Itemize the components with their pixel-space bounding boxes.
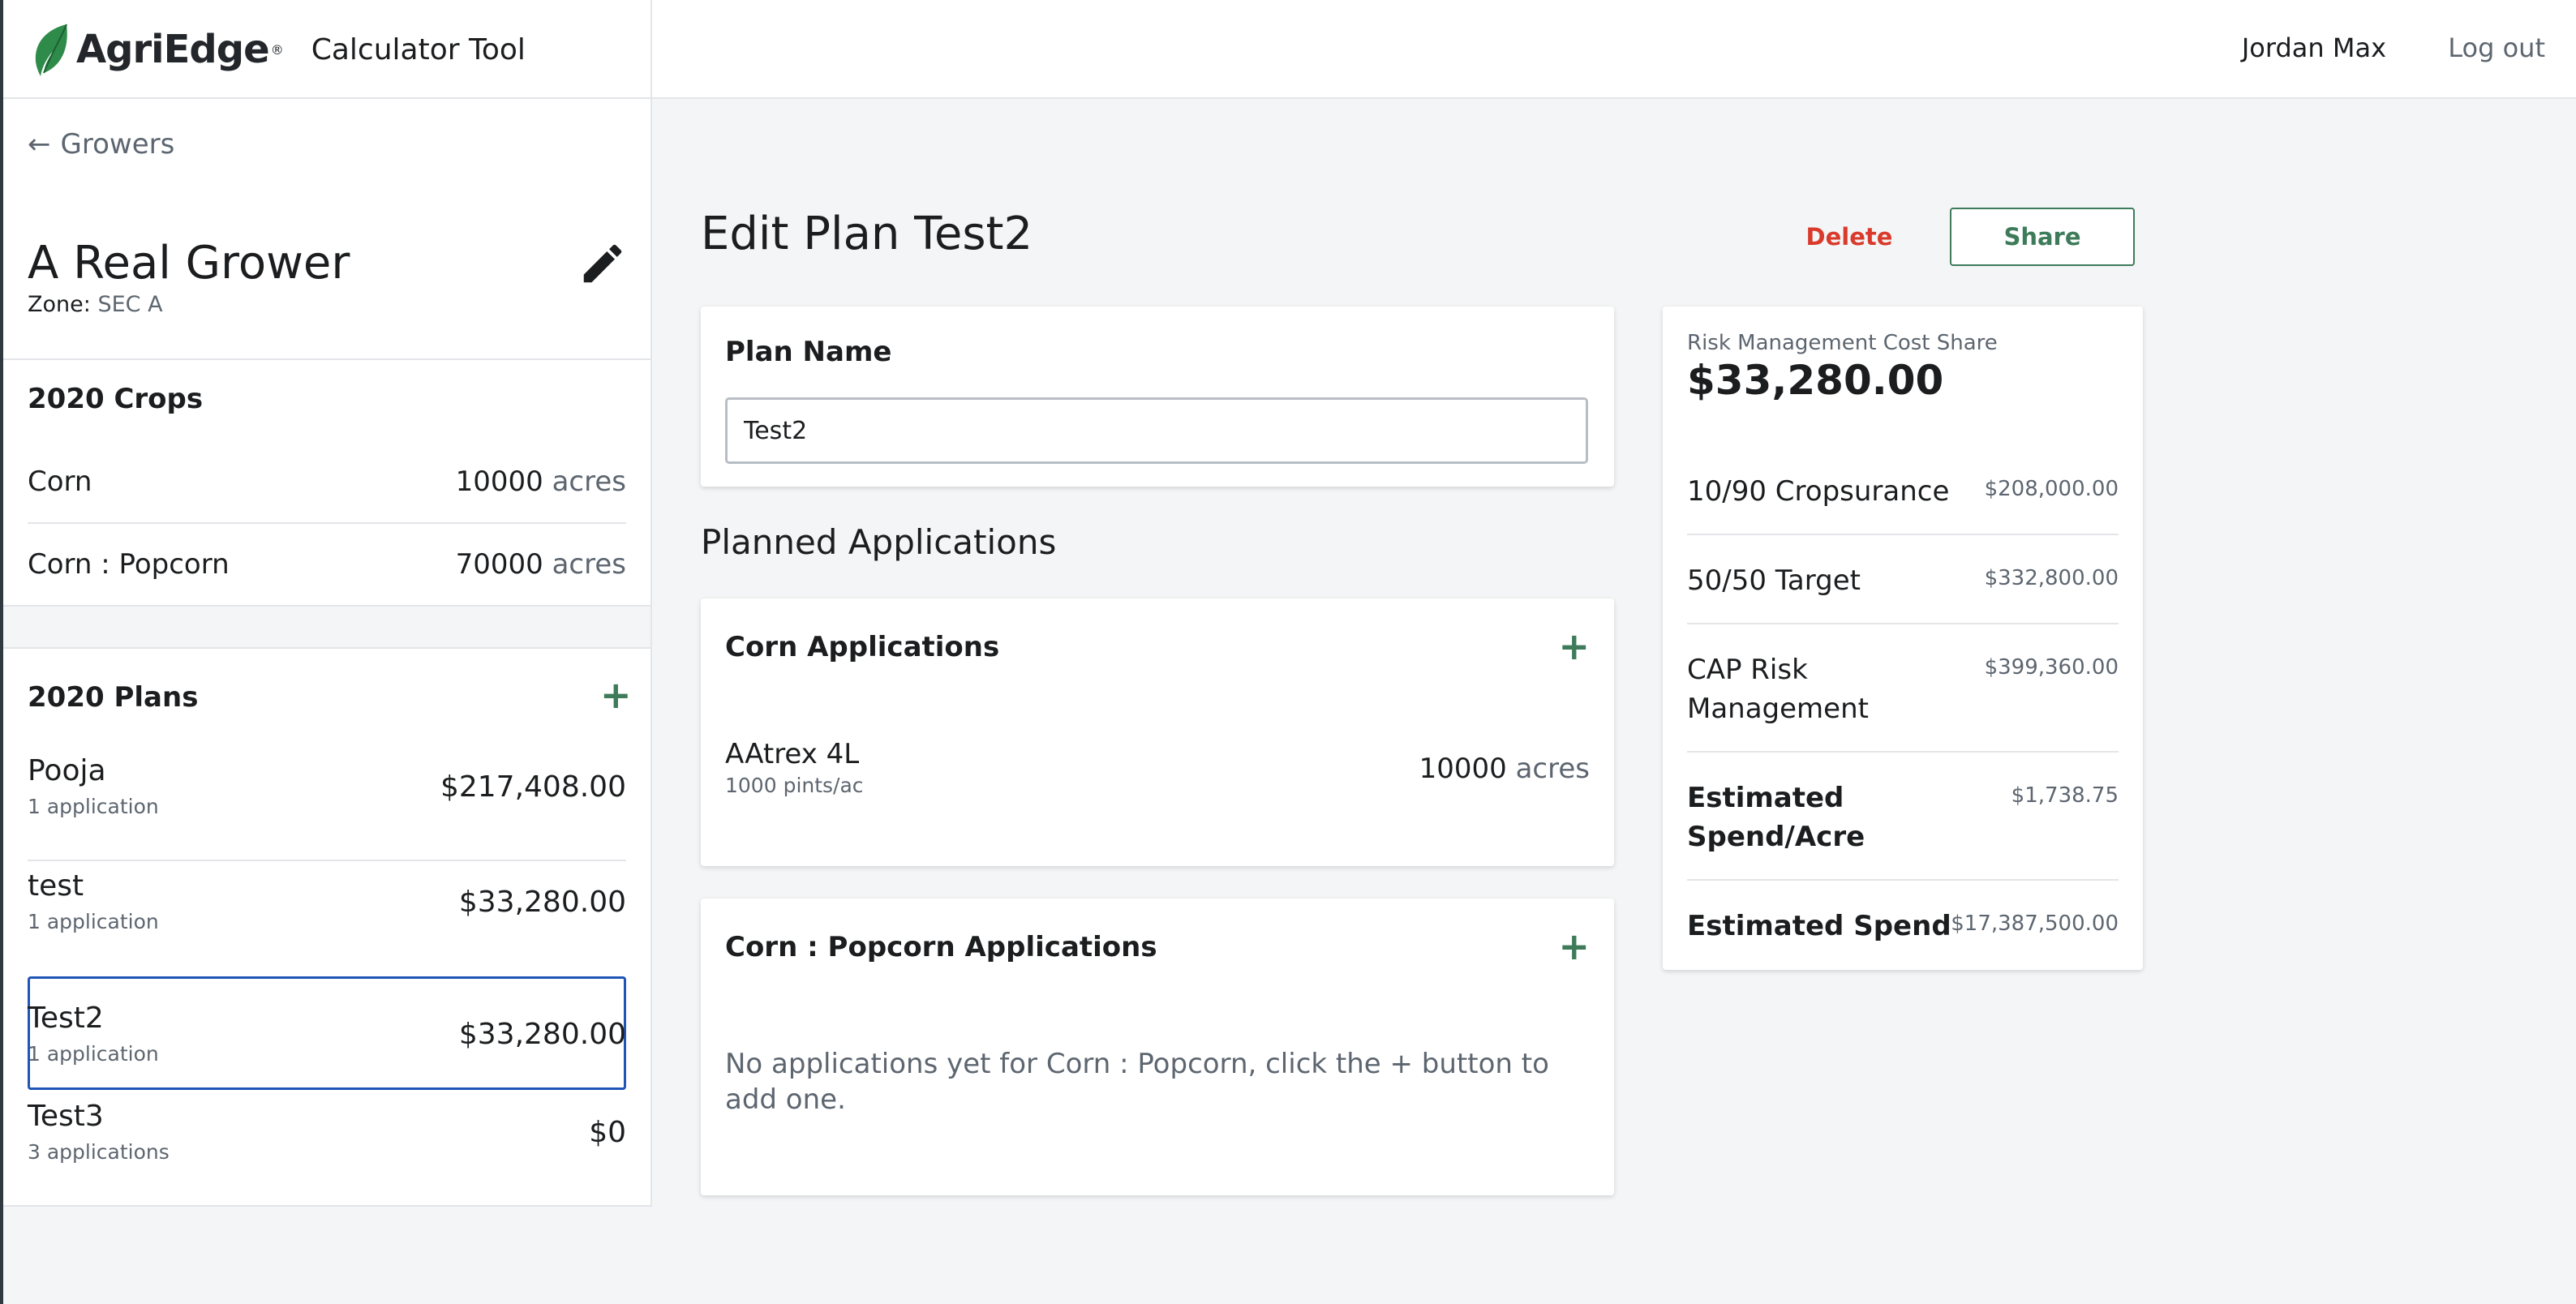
plan-name: Test3: [28, 1100, 104, 1133]
summary-row: CAP Risk Management $399,360.00: [1687, 650, 2119, 731]
row-divider: [1687, 879, 2119, 881]
plan-list-item-pooja[interactable]: Pooja 1 application $217,408.00: [28, 731, 626, 845]
zone-label: Zone:: [28, 292, 91, 317]
summary-row-label: Estimated Spend: [1687, 910, 1951, 942]
crop-row: Corn : Popcorn 70000 acres: [28, 524, 626, 605]
plan-name: test: [28, 869, 84, 903]
add-plan-plus-icon[interactable]: +: [600, 676, 632, 714]
plan-amount: $33,280.00: [458, 886, 626, 919]
summary-row: 50/50 Target $332,800.00: [1687, 561, 2119, 610]
summary-row-label: 50/50 Target: [1687, 564, 1861, 597]
summary-row-label: CAP Risk Management: [1687, 654, 1869, 725]
divider: [0, 1205, 650, 1207]
section-gap: [0, 607, 650, 647]
grower-name: A Real Grower: [28, 237, 350, 290]
plan-name: Pooja: [28, 754, 106, 787]
summary-row: 10/90 Cropsurance $208,000.00: [1687, 472, 2119, 521]
app-root: AgriEdge ® Calculator Tool Jordan Max Lo…: [0, 0, 2576, 1304]
back-to-growers-link[interactable]: ← Growers: [28, 128, 174, 161]
crop-name: Corn: [28, 465, 92, 498]
delete-button[interactable]: Delete: [1784, 208, 1914, 266]
page-title: Edit Plan Test2: [701, 208, 1033, 260]
summary-row-value: $1,738.75: [2011, 783, 2119, 808]
summary-row-label: 10/90 Cropsurance: [1687, 475, 1950, 508]
empty-state-message: No applications yet for Corn : Popcorn, …: [725, 1048, 1549, 1116]
back-link-label: Growers: [60, 128, 175, 161]
card-title: Corn Applications: [725, 631, 1000, 663]
summary-row: Estimated Spend $17,387,500.00: [1687, 907, 2119, 955]
summary-row-value: $17,387,500.00: [1951, 912, 2119, 936]
divider: [0, 358, 650, 360]
grower-zone: Zone: SEC A: [28, 292, 163, 317]
divider: [0, 647, 650, 649]
plan-name-label: Plan Name: [725, 336, 892, 368]
zone-value: SEC A: [97, 292, 163, 317]
plan-amount: $33,280.00: [458, 1018, 626, 1051]
row-divider: [1687, 751, 2119, 753]
summary-row-label: Estimated Spend/Acre: [1687, 782, 1865, 853]
crop-acres: 10000 acres: [455, 465, 626, 498]
plan-amount: $0: [589, 1116, 626, 1149]
summary-row-value: $332,800.00: [1984, 566, 2119, 590]
plan-name: Test2: [28, 1002, 104, 1035]
add-popcorn-application-plus-icon[interactable]: +: [1558, 928, 1590, 965]
cost-share-summary-card: Risk Management Cost Share $33,280.00 10…: [1663, 307, 2143, 970]
share-button[interactable]: Share: [1950, 208, 2135, 266]
corn-applications-card: Corn Applications + AAtrex 4L 1000 pints…: [701, 598, 1614, 866]
popcorn-applications-card: Corn : Popcorn Applications + No applica…: [701, 899, 1614, 1195]
add-corn-application-plus-icon[interactable]: +: [1558, 628, 1590, 665]
summary-row-value: $208,000.00: [1984, 477, 2119, 501]
plan-name-card: Plan Name: [701, 307, 1614, 487]
application-name: AAtrex 4L: [725, 738, 860, 770]
plan-application-count: 1 application: [28, 910, 159, 933]
app-title: Calculator Tool: [311, 32, 526, 66]
plan-name-input[interactable]: [725, 397, 1588, 464]
plans-section-title: 2020 Plans: [28, 681, 199, 714]
planned-applications-heading: Planned Applications: [701, 522, 1057, 562]
registered-mark: ®: [270, 41, 284, 58]
card-title: Corn : Popcorn Applications: [725, 931, 1157, 963]
summary-total: $33,280.00: [1687, 357, 1944, 404]
plan-application-count: 1 application: [28, 795, 159, 818]
application-rate: 1000 pints/ac: [725, 774, 864, 797]
plan-list-item-test3[interactable]: Test3 3 applications $0: [28, 1077, 626, 1190]
user-name[interactable]: Jordan Max: [2242, 32, 2386, 63]
application-acres: 10000 acres: [1419, 753, 1590, 785]
top-header: AgriEdge ® Calculator Tool Jordan Max Lo…: [0, 0, 2576, 99]
summary-label: Risk Management Cost Share: [1687, 331, 1998, 355]
plan-list-item-test[interactable]: test 1 application $33,280.00: [28, 847, 626, 960]
logo-text: AgriEdge: [76, 27, 270, 72]
summary-row-value: $399,360.00: [1984, 655, 2119, 680]
grower-sidebar: ← Growers A Real Grower Zone: SEC A 2020…: [0, 99, 652, 1207]
plan-list-item-test2-selected[interactable]: Test2 1 application $33,280.00: [28, 976, 626, 1090]
row-divider: [1687, 534, 2119, 535]
window-left-edge: [0, 0, 3, 1304]
plan-application-count: 1 application: [28, 1042, 159, 1066]
plan-application-count: 3 applications: [28, 1140, 170, 1164]
arrow-left-icon: ←: [28, 128, 51, 161]
row-divider: [1687, 623, 2119, 624]
crop-row: Corn 10000 acres: [28, 441, 626, 522]
plan-amount: $217,408.00: [440, 770, 626, 804]
agriedge-logo[interactable]: AgriEdge ®: [29, 21, 284, 78]
crops-section-title: 2020 Crops: [28, 383, 204, 415]
summary-row: Estimated Spend/Acre $1,738.75: [1687, 779, 2119, 860]
brand-area: AgriEdge ® Calculator Tool: [0, 0, 652, 99]
pencil-icon[interactable]: [577, 238, 628, 289]
leaf-logo-icon: [35, 24, 67, 76]
crop-acres: 70000 acres: [455, 548, 626, 581]
logout-link[interactable]: Log out: [2448, 32, 2545, 63]
crop-name: Corn : Popcorn: [28, 548, 230, 581]
